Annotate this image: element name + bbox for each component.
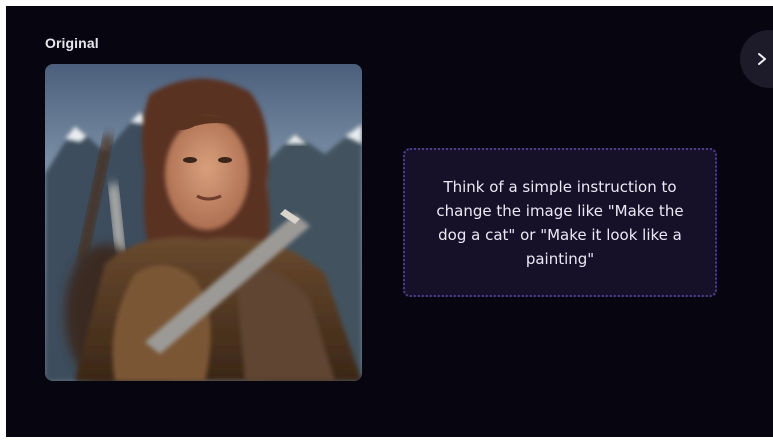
next-button[interactable] bbox=[740, 30, 773, 88]
chevron-right-icon bbox=[758, 53, 766, 65]
editor-panel: Original Think of a simple instruction t… bbox=[6, 6, 773, 437]
original-image bbox=[45, 64, 362, 381]
original-image-art bbox=[45, 64, 362, 381]
instruction-hint-text: Think of a simple instruction to change … bbox=[436, 177, 684, 268]
original-label: Original bbox=[45, 35, 99, 51]
instruction-hint-box: Think of a simple instruction to change … bbox=[403, 148, 717, 297]
